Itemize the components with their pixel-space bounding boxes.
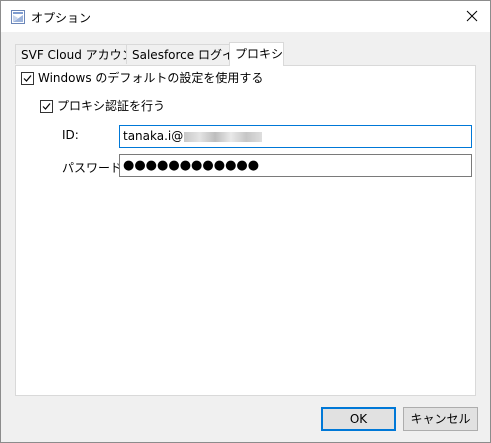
use-windows-default-label: Windows のデフォルトの設定を使用する: [38, 71, 264, 85]
ok-button[interactable]: OK: [321, 407, 396, 431]
password-value: ●●●●●●●●●●●●: [123, 158, 260, 173]
checkmark-icon: [42, 103, 51, 110]
password-label: パスワード:: [62, 161, 127, 175]
close-button[interactable]: [460, 5, 484, 27]
window-title: オプション: [31, 11, 92, 25]
checkmark-icon: [23, 75, 32, 82]
checkbox-box[interactable]: [40, 100, 53, 113]
tab-svf-cloud-account[interactable]: SVF Cloud アカウント: [15, 44, 146, 64]
close-icon: [466, 10, 478, 22]
proxy-auth-label: プロキシ認証を行う: [57, 99, 166, 113]
id-label: ID:: [62, 128, 79, 142]
tab-proxy[interactable]: プロキシ: [229, 42, 284, 66]
app-icon: [11, 10, 25, 24]
options-dialog: オプション SVF Cloud アカウント Salesforce ログイン プロ…: [0, 0, 491, 443]
checkbox-box[interactable]: [21, 72, 34, 85]
id-value: tanaka.i@: [123, 129, 184, 143]
id-field[interactable]: tanaka.i@: [119, 125, 472, 148]
password-field[interactable]: ●●●●●●●●●●●●: [119, 154, 472, 177]
cancel-button[interactable]: キャンセル: [403, 407, 478, 431]
redacted-text: [184, 131, 263, 142]
title-bar: オプション: [1, 1, 490, 32]
tab-salesforce-login[interactable]: Salesforce ログイン: [126, 44, 246, 64]
proxy-panel: Windows のデフォルトの設定を使用する プロキシ認証を行う ID: tan…: [15, 65, 476, 396]
